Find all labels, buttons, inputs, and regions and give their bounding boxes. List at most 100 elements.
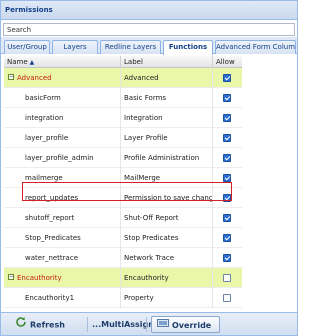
allow-checkbox[interactable] bbox=[223, 294, 231, 302]
search-input[interactable] bbox=[4, 24, 294, 35]
override-icon bbox=[157, 317, 169, 334]
column-header-name-label: Name bbox=[7, 58, 28, 66]
toolbar-separator bbox=[87, 317, 88, 332]
name-cell: report_updates bbox=[4, 188, 121, 208]
name-cell: Stop_Predicates bbox=[4, 228, 121, 248]
allow-cell bbox=[213, 88, 242, 108]
column-header-label[interactable]: Label bbox=[121, 56, 213, 68]
allow-checkbox[interactable] bbox=[223, 134, 231, 142]
allow-cell bbox=[213, 288, 242, 308]
tab-advanced-form-columns[interactable]: Advanced Form Columns bbox=[215, 40, 296, 54]
name-cell: − Encauthority bbox=[4, 268, 121, 288]
search-box[interactable] bbox=[3, 23, 295, 36]
table-row[interactable]: water_nettrace Network Trace bbox=[4, 248, 242, 268]
grid-body: − Advanced Advanced basicForm Basic Forms int… bbox=[4, 68, 242, 310]
column-header-allow[interactable]: Allow bbox=[213, 56, 242, 68]
row-label: Shut-Off Report bbox=[121, 208, 213, 228]
row-name: report_updates bbox=[25, 194, 79, 202]
collapse-icon[interactable]: − bbox=[8, 274, 14, 280]
row-name: mailmerge bbox=[25, 174, 63, 182]
row-name: shutoff_report bbox=[25, 214, 75, 222]
allow-checkbox[interactable] bbox=[223, 74, 231, 82]
table-row[interactable]: layer_profile_admin Profile Administratio… bbox=[4, 148, 242, 168]
row-name: layer_profile_admin bbox=[25, 154, 94, 162]
name-cell: integration bbox=[4, 108, 121, 128]
row-label: Advanced bbox=[121, 68, 213, 88]
row-name: Encauthority bbox=[17, 274, 62, 282]
allow-cell bbox=[213, 108, 242, 128]
table-row[interactable]: mailmerge MailMerge bbox=[4, 168, 242, 188]
table-row[interactable]: layer_profile Layer Profile bbox=[4, 128, 242, 148]
allow-checkbox[interactable] bbox=[223, 234, 231, 242]
row-label: Basic Forms bbox=[121, 88, 213, 108]
table-row[interactable]: Encauthority1 Property bbox=[4, 288, 242, 308]
row-name: Stop_Predicates bbox=[25, 234, 81, 242]
refresh-button[interactable]: Refresh bbox=[15, 316, 65, 333]
allow-cell bbox=[213, 188, 242, 208]
allow-cell bbox=[213, 248, 242, 268]
allow-checkbox[interactable] bbox=[223, 94, 231, 102]
name-cell: layer_profile bbox=[4, 128, 121, 148]
name-cell: basicForm bbox=[4, 88, 121, 108]
name-cell: layer_profile_admin bbox=[4, 148, 121, 168]
group-row[interactable]: − Advanced Advanced bbox=[4, 68, 242, 88]
tab-user-group[interactable]: User/Group bbox=[4, 40, 50, 54]
row-name: integration bbox=[25, 114, 64, 122]
row-name: layer_profile bbox=[25, 134, 69, 142]
allow-cell bbox=[213, 208, 242, 228]
group-row[interactable]: − Encauthority Encauthority bbox=[4, 268, 242, 288]
tab-strip: User/Group Layers Redline Layers Functio… bbox=[1, 37, 297, 55]
name-cell: mailmerge bbox=[4, 168, 121, 188]
allow-checkbox[interactable] bbox=[223, 174, 231, 182]
row-label: Property bbox=[121, 288, 213, 308]
panel-title: Permissions bbox=[1, 1, 297, 20]
allow-cell bbox=[213, 128, 242, 148]
name-cell: − Advanced bbox=[4, 68, 121, 88]
column-header-name[interactable]: Name ▲ bbox=[4, 56, 121, 68]
row-name: Advanced bbox=[17, 74, 52, 82]
tab-functions[interactable]: Functions bbox=[163, 40, 213, 55]
allow-checkbox[interactable] bbox=[223, 114, 231, 122]
allow-cell bbox=[213, 148, 242, 168]
row-label: Profile Administration bbox=[121, 148, 213, 168]
row-name: water_nettrace bbox=[25, 254, 78, 262]
bottom-toolbar: Refresh ...MultiAssign Override bbox=[1, 312, 297, 335]
table-row[interactable]: Stop_Predicates Stop Predicates bbox=[4, 228, 242, 248]
permissions-panel: Permissions User/Group Layers Redline La… bbox=[0, 0, 298, 336]
name-cell: water_nettrace bbox=[4, 248, 121, 268]
table-row[interactable]: integration Integration bbox=[4, 108, 242, 128]
table-row[interactable]: report_updates Permission to save changes bbox=[4, 188, 242, 208]
row-name: basicForm bbox=[25, 94, 61, 102]
allow-cell bbox=[213, 228, 242, 248]
name-cell: shutoff_report bbox=[4, 208, 121, 228]
override-label: Override bbox=[172, 321, 212, 330]
tab-redline-layers[interactable]: Redline Layers bbox=[100, 40, 161, 54]
table-row[interactable]: shutoff_report Shut-Off Report bbox=[4, 208, 242, 228]
row-name: Encauthority1 bbox=[25, 294, 75, 302]
row-label: Stop Predicates bbox=[121, 228, 213, 248]
row-label: MailMerge bbox=[121, 168, 213, 188]
grid-header: Name ▲ Label Allow bbox=[4, 56, 242, 68]
allow-checkbox[interactable] bbox=[223, 254, 231, 262]
allow-checkbox[interactable] bbox=[223, 214, 231, 222]
tab-layers[interactable]: Layers bbox=[52, 40, 98, 54]
name-cell: Encauthority1 bbox=[4, 288, 121, 308]
row-label: Integration bbox=[121, 108, 213, 128]
sort-ascending-icon: ▲ bbox=[29, 59, 35, 66]
refresh-icon bbox=[15, 316, 27, 334]
row-label: Permission to save changes bbox=[121, 188, 213, 208]
refresh-label: Refresh bbox=[30, 320, 65, 330]
multiassign-button[interactable]: ...MultiAssign bbox=[92, 316, 154, 333]
row-label: Layer Profile bbox=[121, 128, 213, 148]
allow-checkbox[interactable] bbox=[223, 154, 231, 162]
allow-cell bbox=[213, 268, 242, 288]
allow-cell bbox=[213, 68, 242, 88]
toolbar-separator bbox=[146, 317, 147, 332]
row-label: Encauthority bbox=[121, 268, 213, 288]
collapse-icon[interactable]: − bbox=[8, 74, 14, 80]
table-row[interactable]: basicForm Basic Forms bbox=[4, 88, 242, 108]
override-button[interactable]: Override bbox=[151, 316, 221, 334]
grid-empty-area bbox=[242, 56, 297, 311]
allow-checkbox[interactable] bbox=[223, 194, 231, 202]
allow-checkbox[interactable] bbox=[223, 274, 231, 282]
